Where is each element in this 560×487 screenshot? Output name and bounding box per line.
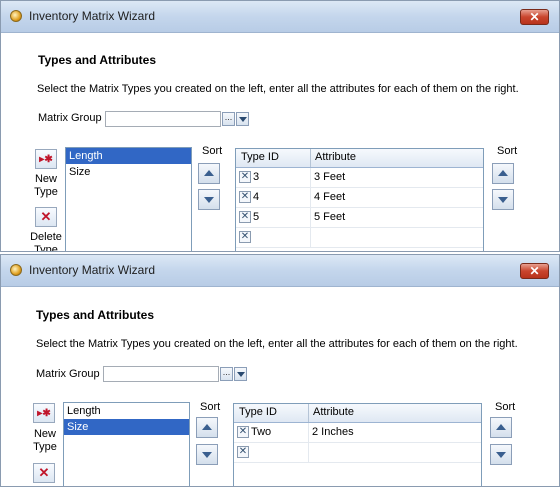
new-type-button[interactable]: ▸✱ [35,149,57,169]
column-header-attribute[interactable]: Attribute [313,406,354,418]
table-row[interactable]: ✕ 3 3 Feet [236,168,483,188]
new-type-label: New Type [34,173,58,198]
attribute-cell[interactable]: 2 Inches [312,426,354,438]
attr-sort-down-button[interactable] [490,444,512,465]
table-row[interactable]: ✕ 4 4 Feet [236,188,483,208]
delete-type-button[interactable]: ✕ [35,207,57,227]
attribute-cell[interactable]: 3 Feet [314,171,345,183]
delete-row-icon[interactable]: ✕ [239,191,251,203]
table-row[interactable]: ✕ 5 5 Feet [236,208,483,228]
sort-down-button[interactable] [196,444,218,465]
title-bar[interactable]: Inventory Matrix Wizard ✕ [1,1,559,33]
new-type-icon: ▸✱ [37,408,51,419]
new-type-button[interactable]: ▸✱ [33,403,55,423]
type-id-cell[interactable]: 4 [253,191,259,203]
column-header-attribute[interactable]: Attribute [315,151,356,163]
sort-label: Sort [497,145,518,157]
wizard-app-icon [10,264,22,276]
new-row[interactable]: ✕ [234,443,481,463]
column-header-type-id[interactable]: Type ID [241,151,279,163]
list-item[interactable]: Size [66,164,191,180]
attr-sort-up-button[interactable] [490,417,512,438]
section-heading: Types and Attributes [36,308,155,322]
window-title: Inventory Matrix Wizard [29,263,156,277]
delete-type-icon: ✕ [40,209,52,224]
list-item[interactable]: Length [66,148,191,164]
type-list[interactable]: Length Size [63,402,190,486]
delete-row-icon[interactable]: ✕ [237,446,249,458]
matrix-group-input[interactable] [105,111,221,127]
list-item[interactable]: Size [64,419,189,435]
delete-row-icon[interactable]: ✕ [239,231,251,243]
matrix-group-label: Matrix Group [38,112,102,124]
new-type-icon: ▸✱ [39,154,53,165]
type-list[interactable]: Length Size [65,147,192,251]
delete-type-button[interactable]: ✕ [33,463,55,483]
sort-up-button[interactable] [198,163,220,184]
instructions-text: Select the Matrix Types you created on t… [37,83,519,95]
list-item[interactable]: Length [64,403,189,419]
ellipsis-button[interactable]: ... [220,367,233,381]
close-button[interactable]: ✕ [520,263,549,279]
column-header-type-id[interactable]: Type ID [239,406,277,418]
matrix-group-label: Matrix Group [36,368,100,380]
ellipsis-button[interactable]: ... [222,112,235,126]
sort-label: Sort [495,401,516,413]
sort-up-button[interactable] [196,417,218,438]
type-id-cell[interactable]: Two [251,426,271,438]
delete-row-icon[interactable]: ✕ [237,426,249,438]
close-button[interactable]: ✕ [520,9,549,25]
new-row[interactable]: ✕ [236,228,483,248]
sort-label: Sort [202,145,223,157]
grid-header: Type ID Attribute [236,149,483,168]
wizard-window-2: Inventory Matrix Wizard ✕ Types and Attr… [0,254,560,487]
matrix-group-dropdown[interactable] [236,112,249,126]
attribute-grid: Type ID Attribute ✕ Two 2 Inches ✕ [233,403,482,486]
delete-type-icon: ✕ [38,465,50,480]
matrix-group-dropdown[interactable] [234,367,247,381]
delete-type-label: Delete Type [30,231,62,252]
sort-down-button[interactable] [198,189,220,210]
table-row[interactable]: ✕ Two 2 Inches [234,423,481,443]
attribute-cell[interactable]: 5 Feet [314,211,345,223]
delete-row-icon[interactable]: ✕ [239,171,251,183]
section-heading: Types and Attributes [38,53,157,67]
title-bar[interactable]: Inventory Matrix Wizard ✕ [1,255,559,287]
sort-label: Sort [200,401,221,413]
wizard-app-icon [10,10,22,22]
delete-row-icon[interactable]: ✕ [239,211,251,223]
attribute-grid: Type ID Attribute ✕ 3 3 Feet ✕ 4 4 Feet … [235,148,484,251]
window-title: Inventory Matrix Wizard [29,9,156,23]
attribute-cell[interactable]: 4 Feet [314,191,345,203]
type-id-cell[interactable]: 5 [253,211,259,223]
attr-sort-down-button[interactable] [492,189,514,210]
new-type-label: New Type [33,428,57,453]
wizard-window-1: Inventory Matrix Wizard ✕ Types and Attr… [0,0,560,252]
grid-header: Type ID Attribute [234,404,481,423]
type-id-cell[interactable]: 3 [253,171,259,183]
instructions-text: Select the Matrix Types you created on t… [36,338,518,350]
matrix-group-input[interactable] [103,366,219,382]
attr-sort-up-button[interactable] [492,163,514,184]
